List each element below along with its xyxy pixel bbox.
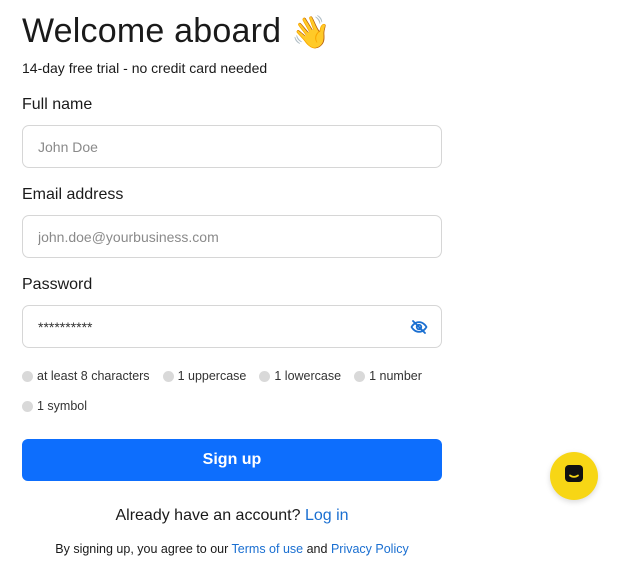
rule-status-icon xyxy=(259,370,271,382)
chat-bubble-icon xyxy=(562,462,586,491)
full-name-label: Full name xyxy=(22,96,93,113)
rule-label: 1 uppercase xyxy=(177,369,247,383)
rule-status-icon xyxy=(162,370,174,382)
terms-and: and xyxy=(306,542,328,556)
rule-status-icon xyxy=(354,370,366,382)
rule-label: at least 8 characters xyxy=(37,369,150,383)
rule-item: at least 8 characters xyxy=(22,368,150,384)
page-title: Welcome aboard 👋 xyxy=(22,12,331,51)
terms-prefix: By signing up, you agree to our xyxy=(55,542,229,556)
password-label: Password xyxy=(22,276,93,293)
email-label: Email address xyxy=(22,186,124,203)
rule-item: 1 number xyxy=(354,368,422,384)
eye-off-icon[interactable] xyxy=(410,318,428,336)
login-link[interactable]: Log in xyxy=(305,507,349,524)
password-rules: at least 8 characters 1 uppercase 1 lowe… xyxy=(22,368,462,414)
rule-status-icon xyxy=(22,370,33,382)
rule-label: 1 lowercase xyxy=(274,369,342,383)
password-input[interactable] xyxy=(22,305,442,348)
full-name-input[interactable] xyxy=(22,125,442,168)
rule-label: 1 symbol xyxy=(37,399,88,413)
password-field xyxy=(22,305,442,348)
rule-label: 1 number xyxy=(369,369,422,383)
login-prompt: Already have an account? Log in xyxy=(22,507,442,525)
email-input[interactable] xyxy=(22,215,442,258)
rule-item: 1 uppercase xyxy=(162,368,247,384)
rule-item: 1 symbol xyxy=(22,398,87,414)
chat-launcher-button[interactable] xyxy=(550,452,598,500)
login-prompt-text: Already have an account? xyxy=(115,507,301,524)
page-subtitle: 14-day free trial - no credit card neede… xyxy=(22,60,268,76)
rule-item: 1 lowercase xyxy=(259,368,341,384)
title-text: Welcome aboard xyxy=(22,12,282,50)
terms-of-use-link[interactable]: Terms of use xyxy=(232,542,304,556)
privacy-policy-link[interactable]: Privacy Policy xyxy=(331,542,409,556)
rule-status-icon xyxy=(22,400,33,412)
waving-hand-icon: 👋 xyxy=(291,13,332,50)
terms-notice: By signing up, you agree to our Terms of… xyxy=(22,542,442,556)
signup-page: Welcome aboard 👋 14-day free trial - no … xyxy=(0,0,630,588)
sign-up-button[interactable]: Sign up xyxy=(22,439,442,481)
